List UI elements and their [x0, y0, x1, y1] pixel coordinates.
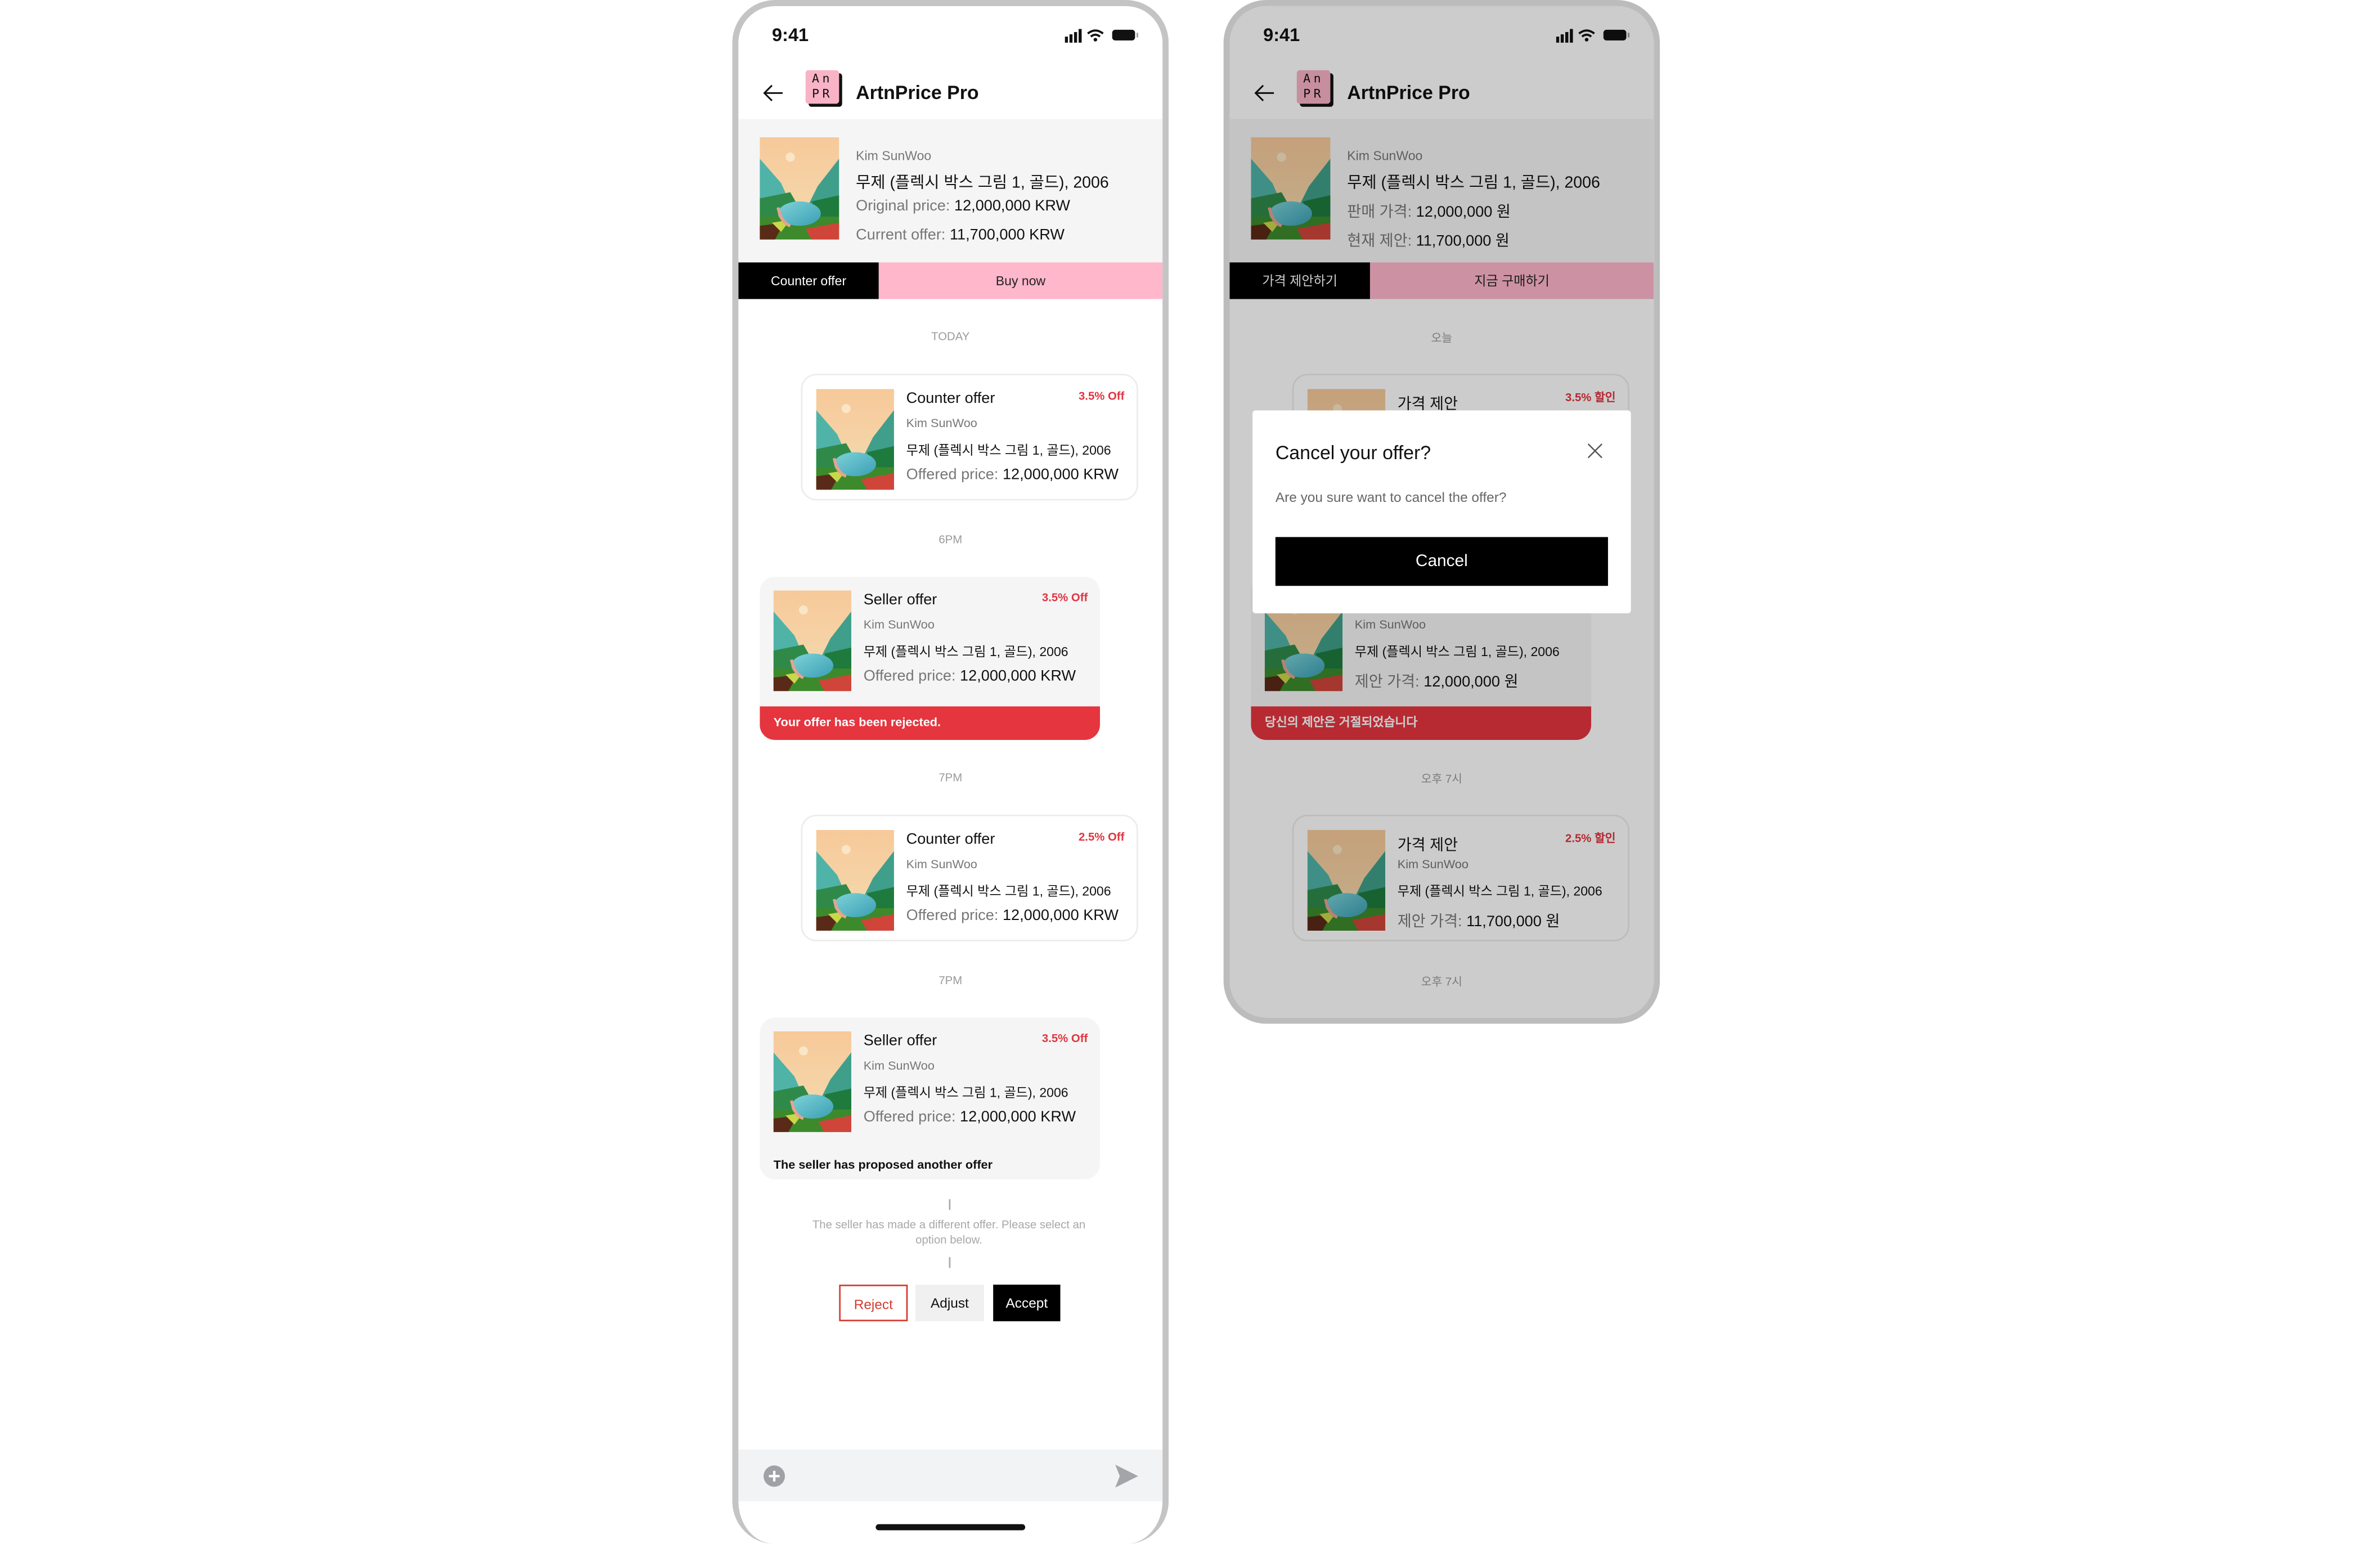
artwork-title: 무제 (플렉시 박스 그림 1, 골드), 2006	[856, 174, 1109, 192]
status-icons	[1065, 29, 1138, 43]
artwork-title: 무제 (플렉시 박스 그림 1, 골드), 2006	[863, 1084, 1068, 1100]
counter-offer-card[interactable]: Counter offer 3.5% Off Kim SunWoo 무제 (플렉…	[801, 374, 1138, 501]
artwork-thumbnail	[773, 1031, 852, 1132]
time-stamp: 7PM	[938, 973, 963, 988]
adjust-button[interactable]: Adjust	[915, 1285, 984, 1322]
discount-badge: 3.5% Off	[1078, 389, 1125, 403]
artwork-thumbnail	[760, 137, 839, 240]
offer-type: Seller offer	[863, 1033, 937, 1050]
artist-name: Kim SunWoo	[906, 857, 977, 872]
artwork-thumbnail	[773, 590, 852, 692]
time-stamp: 7PM	[938, 770, 963, 784]
dialog-message: Are you sure want to cancel the offer?	[1275, 490, 1507, 505]
accept-button[interactable]: Accept	[993, 1285, 1061, 1322]
price-label: Offered price:	[906, 466, 999, 484]
rejected-banner: Your offer has been rejected.	[760, 706, 1100, 740]
time-stamp: TODAY	[931, 329, 970, 344]
dialog-title: Cancel your offer?	[1275, 442, 1431, 464]
price-label: Offered price:	[906, 908, 999, 925]
offer-type: Counter offer	[906, 391, 995, 407]
time-stamp: 6PM	[938, 532, 963, 546]
phone-screen-cancel-dialog: 9:41 An PR ArtnPrice Pro Kim SunWoo 무제 (플…	[1223, 0, 1660, 1024]
current-offer-value: 11,700,000 KRW	[949, 227, 1065, 244]
reject-button[interactable]: Reject	[839, 1285, 908, 1322]
original-price-value: 12,000,000 KRW	[954, 198, 1071, 216]
price-label: Offered price:	[863, 668, 956, 685]
seller-offer-card[interactable]: Seller offer 3.5% Off Kim SunWoo 무제 (플렉시…	[760, 1017, 1100, 1179]
seller-offer-card[interactable]: Seller offer 3.5% Off Kim SunWoo 무제 (플렉시…	[760, 576, 1100, 740]
system-message-line: The seller has made a different offer. P…	[812, 1217, 1086, 1232]
message-input-bar[interactable]	[738, 1449, 1163, 1502]
price-value: 12,000,000 KRW	[1002, 908, 1119, 925]
offer-type: Seller offer	[863, 592, 937, 609]
artwork-thumbnail	[816, 389, 894, 490]
discount-badge: 2.5% Off	[1078, 830, 1125, 844]
buy-now-button[interactable]: Buy now	[878, 262, 1163, 299]
home-indicator	[875, 1524, 1026, 1530]
artwork-title: 무제 (플렉시 박스 그림 1, 골드), 2006	[906, 442, 1111, 458]
seller-proposed-note: The seller has proposed another offer	[773, 1158, 993, 1172]
app-logo: An PR	[805, 70, 842, 107]
artist-name: Kim SunWoo	[863, 1058, 935, 1073]
arrow-left-icon[interactable]	[763, 84, 784, 102]
counter-offer-card[interactable]: Counter offer 2.5% Off Kim SunWoo 무제 (플렉…	[801, 814, 1138, 941]
artist-name: Kim SunWoo	[856, 148, 932, 164]
divider	[949, 1257, 951, 1268]
cancel-offer-dialog: Cancel your offer? Are you sure want to …	[1252, 410, 1631, 614]
offer-type: Counter offer	[906, 831, 995, 849]
current-offer-label: Current offer:	[856, 227, 946, 244]
plus-circle-icon[interactable]	[763, 1465, 786, 1488]
cancel-offer-button[interactable]: Cancel	[1275, 537, 1608, 586]
price-value: 12,000,000 KRW	[960, 1109, 1076, 1126]
system-message: The seller has made a different offer. P…	[796, 1218, 1101, 1248]
phone-screen-chat: 9:41 An PR ArtnPrice Pro Kim SunWoo 무제 (플…	[732, 0, 1169, 1544]
close-icon[interactable]	[1587, 442, 1604, 459]
artist-name: Kim SunWoo	[863, 618, 935, 632]
discount-badge: 3.5% Off	[1041, 1031, 1088, 1045]
artwork-title: 무제 (플렉시 박스 그림 1, 골드), 2006	[863, 644, 1068, 659]
product-summary: Kim SunWoo 무제 (플렉시 박스 그림 1, 골드), 2006 Or…	[738, 119, 1163, 263]
send-icon[interactable]	[1113, 1465, 1138, 1488]
system-message-line: option below.	[915, 1232, 982, 1247]
status-time: 9:41	[772, 24, 809, 46]
price-label: Offered price:	[863, 1109, 956, 1126]
artist-name: Kim SunWoo	[906, 416, 977, 430]
artwork-thumbnail	[816, 830, 894, 931]
price-value: 12,000,000 KRW	[1002, 466, 1119, 484]
original-price-label: Original price:	[856, 198, 950, 216]
app-title: ArtnPrice Pro	[856, 82, 979, 104]
counter-offer-button[interactable]: Counter offer	[738, 262, 879, 299]
discount-badge: 3.5% Off	[1041, 590, 1088, 604]
price-value: 12,000,000 KRW	[960, 668, 1076, 685]
divider	[949, 1199, 951, 1210]
artwork-title: 무제 (플렉시 박스 그림 1, 골드), 2006	[906, 883, 1111, 899]
